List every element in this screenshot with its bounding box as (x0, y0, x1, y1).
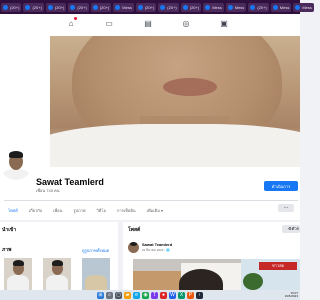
browser-tab-label: (20+) (167, 4, 177, 10)
profile-tab[interactable]: เกี่ยวกับ (29, 207, 42, 214)
intro-card-header: นำเข้า (2, 227, 17, 233)
profile-avatar[interactable] (0, 146, 34, 182)
profile-tab[interactable]: รูปภาพ (73, 207, 85, 214)
browser-tab-label: Mess (234, 4, 245, 10)
windows-taskbar: ⊞ ⌕ ▢ ▰ e ◉ T ● W X P › 15:07 19/5/2023 (0, 290, 300, 300)
edit-profile-button[interactable]: ดำเนินการ (264, 181, 298, 191)
powerpoint-icon[interactable]: P (187, 291, 194, 299)
profile-tabs: โพสต์ เกี่ยวกับ เพื่อน รูปภาพ วิดีโอ การเช็คอ… (8, 205, 174, 215)
post-timestamp[interactable]: 22 มีนาคม 2023 · 🌐 (142, 248, 170, 253)
clock-date: 19/5/2023 (284, 294, 298, 298)
facebook-icon (250, 4, 256, 10)
teams-icon[interactable]: T (151, 291, 158, 299)
facebook-icon (137, 4, 143, 10)
browser-tab-label: (20+) (10, 4, 20, 10)
browser-tab[interactable]: (20+) (90, 2, 112, 12)
notification-dot (74, 17, 77, 20)
profile-divider (4, 200, 298, 201)
profile-tab[interactable]: เพื่อน (53, 207, 62, 214)
facebook-icon (92, 4, 98, 10)
photo-thumbnail[interactable] (4, 258, 32, 290)
facebook-navbar: ⌂ ▭ ▤ ◎ ▣ (0, 14, 300, 37)
excel-icon[interactable]: X (178, 291, 185, 299)
posts-card-title: โพสต์ (128, 227, 141, 233)
browser-tab-label: Mess (279, 4, 290, 10)
profile-tab[interactable]: โพสต์ (8, 207, 18, 214)
browser-tab-label: Mess (302, 4, 312, 10)
browser-tab[interactable]: (20+) (45, 2, 67, 12)
groups-icon[interactable]: ◎ (181, 19, 191, 29)
facebook-icon (295, 4, 301, 10)
browser-tab-label: Mess (212, 4, 222, 10)
photo-thumbnail[interactable] (43, 258, 71, 290)
browser-tab[interactable]: Mess (270, 2, 292, 12)
file-explorer-icon[interactable]: ▰ (124, 291, 131, 299)
cover-photo[interactable] (50, 36, 300, 167)
facebook-icon (115, 4, 121, 10)
browser-tab[interactable]: (20+) (1, 2, 22, 12)
facebook-icon (182, 4, 188, 10)
system-tray-clock[interactable]: 15:07 19/5/2023 (285, 290, 298, 300)
facebook-icon (205, 4, 211, 10)
word-icon[interactable]: W (169, 291, 176, 299)
post-image[interactable]: ข่าวสด (133, 259, 300, 290)
start-icon[interactable]: ⊞ (97, 291, 104, 299)
app-icon[interactable]: ● (160, 291, 167, 299)
browser-tab-strip: (20+) (20+) (20+) (20+) (20+) Mess (20+) (20+) (… (0, 0, 314, 14)
task-view-icon[interactable]: ▢ (115, 291, 122, 299)
photo-thumbnail[interactable] (82, 258, 110, 290)
facebook-icon (25, 4, 31, 10)
edit-button-label: ดำเนินการ (271, 183, 291, 189)
chrome-icon[interactable]: ◉ (142, 291, 149, 299)
image-sign-text: ข่าวสด (259, 262, 297, 270)
browser-tab-label: Mess (122, 4, 132, 10)
see-all-photos-link[interactable]: ดูรูปภาพทั้งหมด (82, 247, 109, 254)
browser-tab[interactable]: Mess (225, 2, 247, 12)
browser-tab[interactable]: (20+) (158, 2, 179, 12)
browser-tab-label: (20+) (54, 4, 65, 10)
browser-tab[interactable]: Mess (113, 2, 134, 12)
browser-tab[interactable]: Mess (293, 2, 314, 12)
facebook-icon (70, 4, 76, 10)
filter-button[interactable]: ⚙ตัวก (282, 225, 300, 233)
profile-tab[interactable]: เพิ่มเติม ▾ (147, 207, 163, 214)
browser-tab-label: (20+) (257, 4, 267, 10)
browser-tab-label: (20+) (144, 4, 155, 10)
profile-friend-count[interactable]: เพื่อน 745 คน (36, 187, 59, 194)
terminal-icon[interactable]: › (196, 291, 203, 299)
post-author-name[interactable]: Sawat Teamlerd (142, 242, 172, 247)
browser-tab[interactable]: (20+) (68, 2, 89, 12)
browser-tab[interactable]: (20+) (135, 2, 157, 12)
facebook-icon (47, 4, 53, 10)
browser-tab-label: (20+) (99, 4, 110, 10)
gaming-icon[interactable]: ▣ (219, 19, 229, 29)
home-icon[interactable]: ⌂ (66, 19, 76, 29)
post-author-avatar[interactable] (128, 242, 139, 253)
browser-tab-label: (20+) (32, 4, 42, 10)
browser-tab[interactable]: (20+) (248, 2, 269, 12)
more-options-button[interactable]: ··· (278, 204, 294, 212)
facebook-icon (272, 4, 278, 10)
browser-tab[interactable]: (20+) (23, 2, 44, 12)
browser-tab-label: (20+) (77, 4, 87, 10)
facebook-icon (3, 4, 8, 10)
browser-tab[interactable]: (20+) (180, 2, 202, 12)
search-icon[interactable]: ⌕ (106, 291, 113, 299)
facebook-icon (160, 4, 166, 10)
marketplace-icon[interactable]: ▤ (143, 19, 153, 29)
facebook-icon (227, 4, 233, 10)
edge-icon[interactable]: e (133, 291, 140, 299)
browser-tab-label: (20+) (189, 4, 200, 10)
profile-name: Sawat Teamlerd (36, 177, 104, 187)
browser-tab[interactable]: Mess (203, 2, 224, 12)
profile-tab[interactable]: วิดีโอ (97, 207, 106, 214)
filter-label: ตัวก (291, 226, 299, 231)
profile-tab[interactable]: การเช็คอิน (117, 207, 136, 214)
photos-card-title: ภาพ (2, 247, 12, 253)
watch-icon[interactable]: ▭ (104, 19, 114, 29)
